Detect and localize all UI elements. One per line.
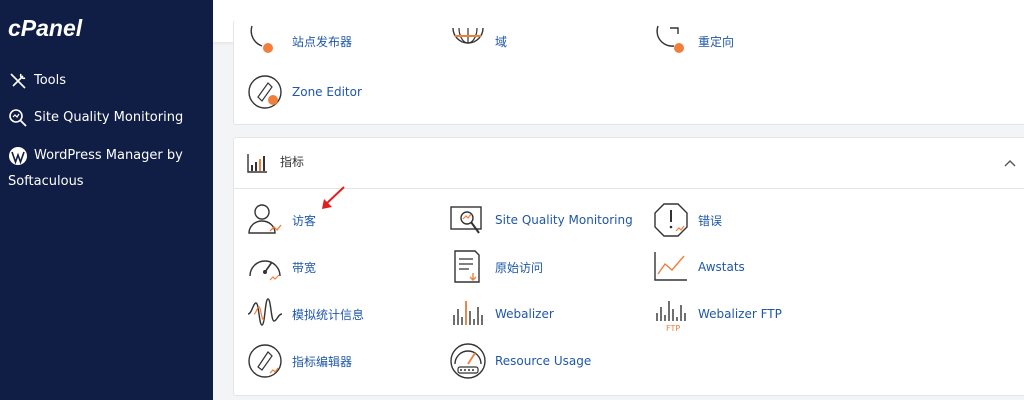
domains-icon <box>452 27 484 44</box>
metrics-panel-title: 指标 <box>280 155 305 169</box>
site-quality-monitoring-item[interactable]: Site Quality Monitoring <box>449 201 633 239</box>
sidebar: cPanel Tools Site Quality Monitoring Wor… <box>0 0 213 400</box>
tools-icon <box>10 73 26 89</box>
errors-icon <box>654 203 688 237</box>
webalizer-ftp-icon: FTP <box>656 301 686 333</box>
webalizer-icon <box>453 301 483 325</box>
sidebar-item-label: WordPress Manager by <box>34 148 183 163</box>
metrics-editor-icon <box>248 344 282 378</box>
redirects-icon <box>656 25 684 53</box>
awstats-icon <box>654 252 687 281</box>
raw-access-item[interactable]: 原始访问 <box>449 248 543 286</box>
site-publisher-icon <box>250 25 273 53</box>
bandwidth-icon <box>249 260 281 281</box>
redirects-item[interactable]: 重定向 <box>652 22 734 60</box>
annotation-arrow-icon <box>322 186 345 209</box>
analog-stats-icon <box>247 298 283 326</box>
visitors-icon <box>248 204 282 234</box>
resource-usage-item[interactable]: Resource Usage <box>449 342 591 380</box>
errors-item[interactable]: 错误 <box>652 201 722 239</box>
search-icon <box>9 109 27 127</box>
metrics-panel-header[interactable]: 指标 <box>234 138 1024 189</box>
cpanel-logo[interactable]: cPanel <box>8 14 108 44</box>
raw-access-icon <box>454 250 480 283</box>
webalizer-ftp-item[interactable]: FTP Webalizer FTP <box>652 295 782 333</box>
awstats-item[interactable]: Awstats <box>652 248 745 286</box>
chevron-up-icon[interactable] <box>1003 156 1017 170</box>
bandwidth-item[interactable]: 带宽 <box>246 248 316 286</box>
site-publisher-item[interactable]: 站点发布器 <box>246 22 352 60</box>
svg-text:FTP: FTP <box>666 324 680 333</box>
webalizer-item[interactable]: Webalizer <box>449 295 554 333</box>
domains-item[interactable]: 域 <box>449 22 507 60</box>
metrics-icon <box>247 154 267 173</box>
svg-text:cPanel: cPanel <box>8 15 83 41</box>
sidebar-item-label: Site Quality Monitoring <box>34 110 184 125</box>
metrics-panel: 指标 访客 Site Quality Monitoring 错误 带宽 原始访问… <box>233 137 1024 396</box>
visitors-item[interactable]: 访客 <box>246 201 316 239</box>
wordpress-icon <box>9 147 27 165</box>
sidebar-item-site-quality-monitoring[interactable]: Site Quality Monitoring <box>8 105 183 131</box>
metrics-editor-item[interactable]: 指标编辑器 <box>246 342 352 380</box>
site-quality-icon <box>450 206 482 234</box>
domains-panel: 站点发布器 域 重定向 Zone Editor <box>233 20 1024 125</box>
sidebar-item-wordpress-manager[interactable]: WordPress Manager by <box>8 143 208 169</box>
analog-stats-item[interactable]: 模拟统计信息 <box>246 295 364 333</box>
sidebar-item-label-continued[interactable]: Softaculous <box>8 170 84 194</box>
zone-editor-item[interactable]: Zone Editor <box>246 73 362 111</box>
resource-usage-icon <box>450 343 486 379</box>
zone-editor-icon <box>248 75 282 109</box>
sidebar-item-label: Tools <box>34 73 67 88</box>
sidebar-item-tools[interactable]: Tools <box>8 68 66 94</box>
